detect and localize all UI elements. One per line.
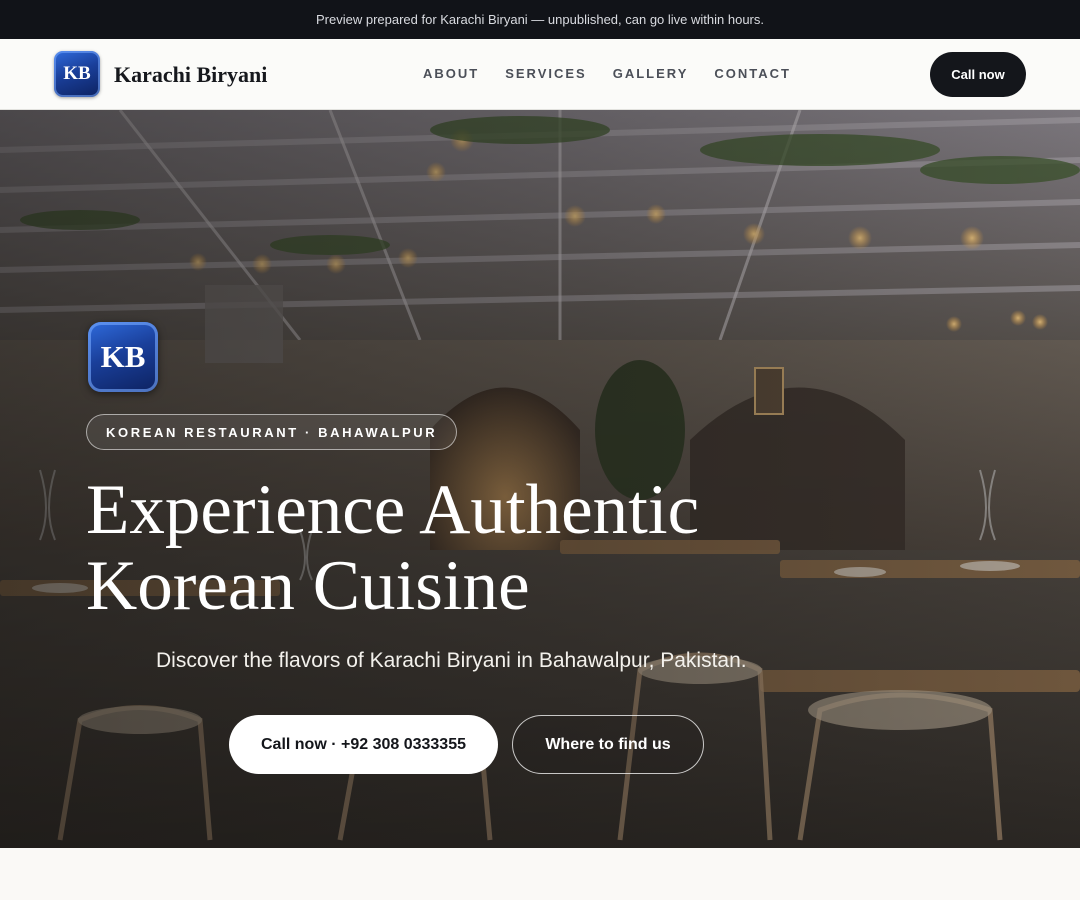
nav-gallery[interactable]: GALLERY xyxy=(613,66,689,81)
nav-about[interactable]: ABOUT xyxy=(423,66,479,81)
hero-subtext: Discover the flavors of Karachi Biryani … xyxy=(156,649,747,672)
next-section xyxy=(0,848,1080,900)
announcement-bar: Preview prepared for Karachi Biryani — u… xyxy=(0,0,1080,39)
find-us-button[interactable]: Where to find us xyxy=(512,715,704,774)
nav-services[interactable]: SERVICES xyxy=(505,66,587,81)
brand-name[interactable]: Karachi Biryani xyxy=(114,62,267,88)
announcement-text: Preview prepared for Karachi Biryani — u… xyxy=(315,12,764,27)
call-now-button[interactable]: Call now xyxy=(930,52,1026,97)
call-phone-button[interactable]: Call now · +92 308 0333355 xyxy=(229,715,498,774)
hero-headline: Experience Authentic Korean Cuisine xyxy=(86,472,806,624)
nav-contact[interactable]: CONTACT xyxy=(714,66,791,81)
hero-eyebrow-text: KOREAN RESTAURANT · BAHAWALPUR xyxy=(106,424,438,440)
hero-headline-line2: Korean Cuisine xyxy=(86,547,530,625)
logo-initials: KB xyxy=(63,63,91,84)
hero-logo-initials: KB xyxy=(100,339,146,374)
logo-badge[interactable]: KB xyxy=(54,51,100,97)
site-header: KB Karachi Biryani ABOUT SERVICES GALLER… xyxy=(0,39,1080,110)
hero-section: KB KOREAN RESTAURANT · BAHAWALPUR Experi… xyxy=(0,110,1080,848)
hero-logo-badge: KB xyxy=(88,322,158,392)
hero-headline-line1: Experience Authentic xyxy=(86,471,700,549)
main-nav: ABOUT SERVICES GALLERY CONTACT xyxy=(423,66,791,81)
hero-eyebrow-pill: KOREAN RESTAURANT · BAHAWALPUR xyxy=(86,414,458,450)
